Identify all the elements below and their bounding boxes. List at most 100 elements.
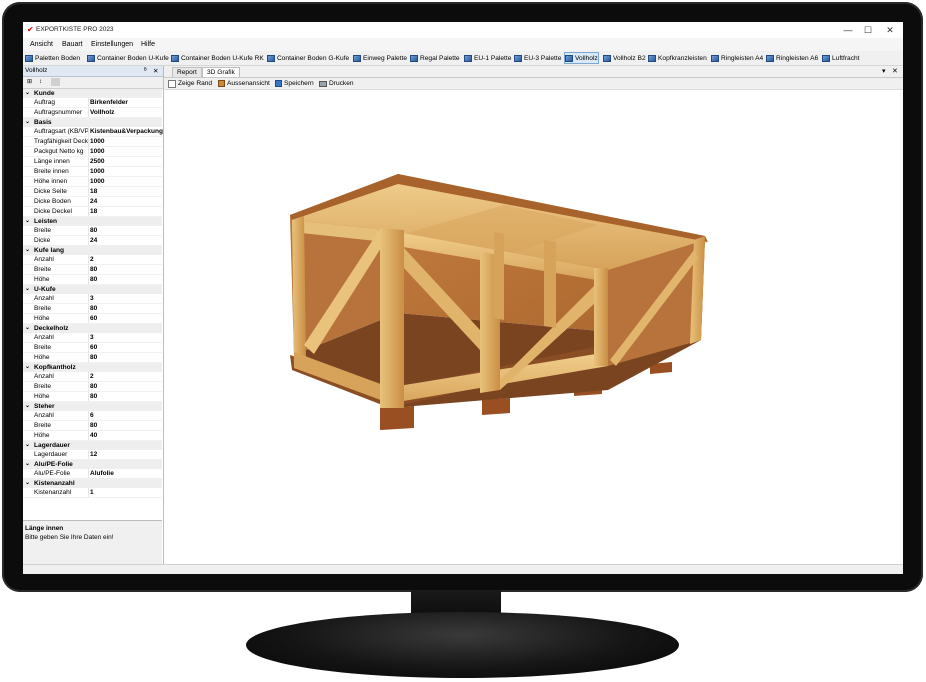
property-value[interactable]: 6 (90, 412, 94, 419)
panel-close-icon[interactable]: ✕ (153, 67, 158, 75)
chevron-down-icon[interactable]: ⌄ (25, 479, 30, 486)
property-row[interactable]: Alu/PE-Folie Alufolie (23, 469, 162, 479)
property-category[interactable]: ⌄ Kufe lang (23, 246, 162, 255)
property-row[interactable]: Dicke Deckel 18 (23, 207, 162, 217)
property-row[interactable]: Breite 60 (23, 343, 162, 353)
sort-categorized-icon[interactable]: ⊞ (25, 78, 34, 86)
chevron-down-icon[interactable]: ⌄ (25, 285, 30, 292)
toolbar-eu-3-palette[interactable]: EU-3 Palette (514, 53, 561, 63)
tab-close-icon[interactable]: ✕ (892, 67, 898, 75)
property-value[interactable]: 12 (90, 451, 97, 458)
toolbar-einweg-palette[interactable]: Einweg Palette (353, 53, 407, 63)
property-value[interactable]: 1000 (90, 138, 104, 145)
property-row[interactable]: Tragfähigkeit Deck 1000 (23, 137, 162, 147)
toolbar-vollholz[interactable]: Vollholz (564, 52, 599, 64)
chevron-down-icon[interactable]: ⌄ (25, 402, 30, 409)
property-value[interactable]: 80 (90, 393, 97, 400)
property-row[interactable]: Lagerdauer 12 (23, 450, 162, 460)
menu-bauart[interactable]: Bauart (62, 41, 83, 48)
menu-einstellungen[interactable]: Einstellungen (91, 41, 133, 48)
property-value[interactable]: 18 (90, 188, 97, 195)
property-category[interactable]: ⌄ Lagerdauer (23, 441, 162, 450)
property-value[interactable]: Kistenbau&Verpackung (90, 128, 163, 135)
property-category[interactable]: ⌄ Leisten (23, 217, 162, 226)
property-value[interactable]: 24 (90, 198, 97, 205)
property-row[interactable]: Breite innen 1000 (23, 167, 162, 177)
chevron-down-icon[interactable]: ⌄ (25, 460, 30, 467)
property-value[interactable]: 80 (90, 383, 97, 390)
property-row[interactable]: Dicke Seite 18 (23, 187, 162, 197)
property-row[interactable]: Anzahl 2 (23, 372, 162, 382)
property-row[interactable]: Höhe 80 (23, 392, 162, 402)
property-value[interactable]: 3 (90, 295, 94, 302)
print-button[interactable]: Drucken (319, 79, 354, 88)
property-row[interactable]: Dicke Boden 24 (23, 197, 162, 207)
toolbar-regal-palette[interactable]: Regal Palette (410, 53, 460, 63)
property-row[interactable]: Höhe innen 1000 (23, 177, 162, 187)
show-edge-checkbox[interactable]: Zeige Rand (168, 79, 212, 88)
property-category[interactable]: ⌄ Steher (23, 402, 162, 411)
property-category[interactable]: ⌄ Alu/PE-Folie (23, 460, 162, 469)
close-button[interactable]: ✕ (881, 24, 899, 36)
chevron-down-icon[interactable]: ⌄ (25, 118, 30, 125)
property-row[interactable]: Höhe 80 (23, 353, 162, 363)
property-value[interactable]: 80 (90, 227, 97, 234)
property-value[interactable]: 60 (90, 315, 97, 322)
property-row[interactable]: Breite 80 (23, 304, 162, 314)
sort-alphabetical-icon[interactable]: ↕ (36, 78, 45, 86)
chevron-down-icon[interactable]: ⌄ (25, 441, 30, 448)
chevron-down-icon[interactable]: ⌄ (25, 324, 30, 331)
property-value[interactable]: 2 (90, 373, 94, 380)
property-row[interactable]: Breite 80 (23, 382, 162, 392)
property-row[interactable]: Packgut Netto kg 1000 (23, 147, 162, 157)
chevron-down-icon[interactable]: ⌄ (25, 363, 30, 370)
property-value[interactable]: 80 (90, 266, 97, 273)
property-row[interactable]: Auftragsnummer Vollholz (23, 108, 162, 118)
tab-report[interactable]: Report (172, 67, 202, 77)
property-row[interactable]: Breite 80 (23, 421, 162, 431)
property-row[interactable]: Breite 80 (23, 265, 162, 275)
property-row[interactable]: Kistenanzahl 1 (23, 488, 162, 498)
property-value[interactable]: 1000 (90, 168, 104, 175)
property-value[interactable]: 80 (90, 276, 97, 283)
chevron-down-icon[interactable]: ⌄ (25, 89, 30, 96)
property-category[interactable]: ⌄ Kistenanzahl (23, 479, 162, 488)
property-pages-icon[interactable] (51, 78, 60, 86)
property-row[interactable]: Höhe 60 (23, 314, 162, 324)
property-row[interactable]: Breite 80 (23, 226, 162, 236)
property-row[interactable]: Auftragsart (KB/VP Kistenbau&Verpackung (23, 127, 163, 137)
property-row[interactable]: Anzahl 6 (23, 411, 162, 421)
property-value[interactable]: 40 (90, 432, 97, 439)
property-value[interactable]: 2 (90, 256, 94, 263)
property-category[interactable]: ⌄ Kunde (23, 89, 162, 98)
property-row[interactable]: Höhe 40 (23, 431, 162, 441)
property-category[interactable]: ⌄ Kopfkantholz (23, 363, 162, 372)
property-row[interactable]: Anzahl 3 (23, 333, 162, 343)
pin-icon[interactable]: ᴮ (144, 67, 147, 74)
toolbar-container-boden-g-kufe[interactable]: Container Boden G-Kufe (267, 53, 349, 63)
toolbar-eu-1-palette[interactable]: EU-1 Palette (464, 53, 511, 63)
property-value[interactable]: 60 (90, 344, 97, 351)
property-row[interactable]: Dicke 24 (23, 236, 162, 246)
tab-dropdown-icon[interactable]: ▾ (882, 67, 886, 75)
property-row[interactable]: Höhe 80 (23, 275, 162, 285)
toolbar-vollholz-b2[interactable]: Vollholz B2 (603, 53, 646, 63)
property-row[interactable]: Anzahl 2 (23, 255, 162, 265)
chevron-down-icon[interactable]: ⌄ (25, 217, 30, 224)
toolbar-container-boden-u-kufe[interactable]: Container Boden U-Kufe (87, 53, 169, 63)
maximize-button[interactable]: ☐ (859, 24, 877, 36)
toolbar-kopfkranzleisten[interactable]: Kopfkranzleisten (648, 53, 707, 63)
property-category[interactable]: ⌄ Deckelholz (23, 324, 162, 333)
3d-viewport[interactable] (164, 90, 903, 564)
property-value[interactable]: 1 (90, 489, 94, 496)
property-value[interactable]: 3 (90, 334, 94, 341)
property-value[interactable]: 18 (90, 208, 97, 215)
minimize-button[interactable]: — (839, 24, 857, 36)
tab-3d-grafik[interactable]: 3D Grafik (202, 67, 240, 77)
property-value[interactable]: 80 (90, 422, 97, 429)
property-value[interactable]: 80 (90, 354, 97, 361)
property-value[interactable]: Birkenfelder (90, 99, 128, 106)
property-value[interactable]: 24 (90, 237, 97, 244)
toolbar-container-boden-u-kufe-rk[interactable]: Container Boden U-Kufe RK (171, 53, 264, 63)
save-button[interactable]: Speichern (275, 79, 314, 88)
